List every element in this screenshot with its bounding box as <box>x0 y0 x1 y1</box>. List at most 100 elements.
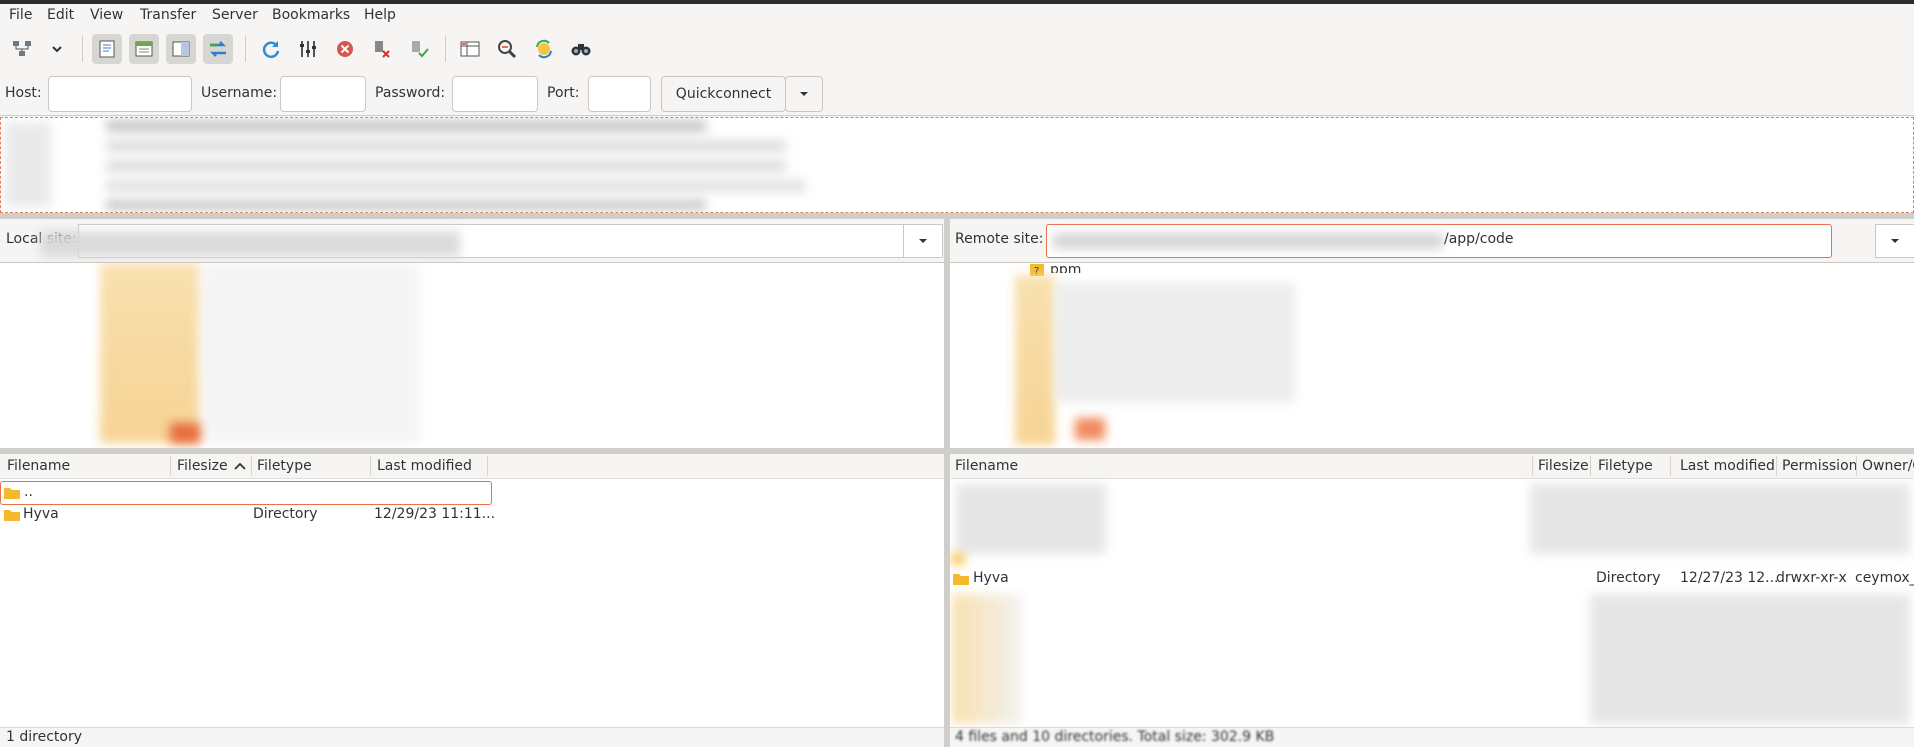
col-filename[interactable]: Filename <box>955 458 1018 474</box>
local-directory-tree[interactable] <box>0 262 944 448</box>
menu-bookmarks[interactable]: Bookmarks <box>272 7 350 23</box>
local-list-header: Filename Filesize Filetype Last modified <box>0 454 944 479</box>
remote-site-label: Remote site: <box>955 231 1044 247</box>
tree-blur <box>200 263 420 443</box>
col-last-modified[interactable]: Last modified <box>377 458 472 474</box>
remote-list-header: Filename Filesize Filetype Last modified… <box>950 454 1914 479</box>
column-separator <box>1590 456 1591 476</box>
col-permission[interactable]: Permission <box>1782 458 1858 474</box>
col-filesize[interactable]: Filesize <box>177 458 228 474</box>
tree-blur <box>1055 283 1295 403</box>
file-name: Hyva <box>973 570 1009 586</box>
menu-edit[interactable]: Edit <box>47 7 74 23</box>
file-permission: drwxr-xr-x <box>1776 570 1847 586</box>
rows-blur <box>1590 594 1910 724</box>
chevron-down-icon <box>919 239 927 243</box>
column-separator <box>487 456 488 476</box>
remote-path-dropdown[interactable] <box>1875 224 1914 258</box>
folder-icon <box>4 488 20 499</box>
toggle-local-tree-icon[interactable] <box>129 34 159 64</box>
list-item[interactable]: .. <box>0 481 492 505</box>
sync-browse-icon[interactable] <box>529 34 559 64</box>
rows-blur <box>1530 484 1910 554</box>
rows-blur <box>956 484 1106 554</box>
column-separator <box>251 456 252 476</box>
col-filetype[interactable]: Filetype <box>257 458 312 474</box>
menu-view[interactable]: View <box>90 7 123 23</box>
compare-icon[interactable] <box>492 34 522 64</box>
remote-status-text: 4 files and 10 directories. Total size: … <box>955 729 1275 745</box>
log-line-blur <box>106 200 706 210</box>
username-label: Username: <box>201 85 278 101</box>
tree-blur <box>100 263 200 443</box>
reconnect-icon[interactable] <box>404 34 434 64</box>
rows-blur <box>952 594 1022 724</box>
menu-help[interactable]: Help <box>364 7 396 23</box>
column-separator <box>1670 456 1671 476</box>
local-file-list[interactable]: Filename Filesize Filetype Last modified… <box>0 454 944 727</box>
cancel-icon[interactable] <box>330 34 360 64</box>
disconnect-icon[interactable] <box>367 34 397 64</box>
menu-file[interactable]: File <box>9 7 32 23</box>
quickconnect-button[interactable]: Quickconnect <box>661 76 786 112</box>
remote-directory-tree[interactable]: ? ppm <box>950 262 1914 448</box>
col-filetype[interactable]: Filetype <box>1598 458 1653 474</box>
password-input[interactable] <box>452 76 538 112</box>
log-line-blur <box>106 140 786 152</box>
file-modified: 12/27/23 12... <box>1680 570 1779 586</box>
dropdown-arrow-icon[interactable] <box>42 34 72 64</box>
col-filesize[interactable]: Filesize <box>1538 458 1589 474</box>
tree-blur <box>170 423 200 443</box>
file-type: Directory <box>253 506 318 522</box>
toolbar-separator <box>82 36 83 62</box>
file-modified: 12/29/23 11:11... <box>374 506 496 522</box>
remote-path-input[interactable]: /app/code <box>1046 224 1832 258</box>
column-separator <box>1856 456 1857 476</box>
directory-filter-icon[interactable] <box>455 34 485 64</box>
toggle-remote-tree-icon[interactable] <box>166 34 196 64</box>
username-input[interactable] <box>280 76 366 112</box>
remote-file-list[interactable]: Filename Filesize Filetype Last modified… <box>950 454 1914 727</box>
process-queue-icon[interactable] <box>293 34 323 64</box>
folder-icon <box>953 574 969 585</box>
remote-site-bar: Remote site: /app/code <box>950 219 1914 262</box>
local-path-blur <box>40 231 460 257</box>
table-row[interactable]: Hyva Directory 12/27/23 12... drwxr-xr-x… <box>950 568 1914 590</box>
menu-transfer[interactable]: Transfer <box>140 7 196 23</box>
sort-ascending-icon <box>234 462 246 470</box>
col-owner-group[interactable]: Owner/G <box>1862 458 1914 474</box>
rows-blur <box>952 554 964 564</box>
port-label: Port: <box>547 85 580 101</box>
folder-icon <box>4 510 20 521</box>
search-icon[interactable] <box>566 34 596 64</box>
local-path-dropdown[interactable] <box>903 224 943 258</box>
site-manager-icon[interactable] <box>7 34 37 64</box>
local-status-bar: 1 directory <box>0 727 944 747</box>
chevron-down-icon <box>800 92 808 96</box>
tree-blur <box>1015 275 1055 445</box>
remote-tree-item[interactable]: ppm <box>1050 263 1081 273</box>
toggle-message-log-icon[interactable] <box>92 34 122 64</box>
log-line-blur <box>106 180 806 192</box>
password-label: Password: <box>375 85 446 101</box>
col-filename[interactable]: Filename <box>7 458 70 474</box>
remote-status-bar: 4 files and 10 directories. Total size: … <box>950 727 1914 747</box>
menubar: File Edit View Transfer Server Bookmarks… <box>0 4 1914 28</box>
local-site-bar: Local site: <box>0 219 944 262</box>
toolbar <box>0 28 1914 70</box>
host-label: Host: <box>5 85 42 101</box>
menu-server[interactable]: Server <box>212 7 258 23</box>
chevron-down-icon <box>1891 239 1899 243</box>
column-separator <box>370 456 371 476</box>
quickconnect-dropdown-button[interactable] <box>785 76 823 112</box>
message-log <box>0 117 1914 213</box>
column-separator <box>1776 456 1777 476</box>
host-input[interactable] <box>48 76 192 112</box>
transfer-queue-icon[interactable] <box>203 34 233 64</box>
list-item[interactable]: Hyva Directory 12/29/23 11:11... <box>0 504 495 526</box>
remote-path-text: /app/code <box>1444 231 1514 247</box>
col-last-modified[interactable]: Last modified <box>1680 458 1775 474</box>
refresh-icon[interactable] <box>256 34 286 64</box>
port-input[interactable] <box>588 76 651 112</box>
file-name: Hyva <box>23 506 59 522</box>
